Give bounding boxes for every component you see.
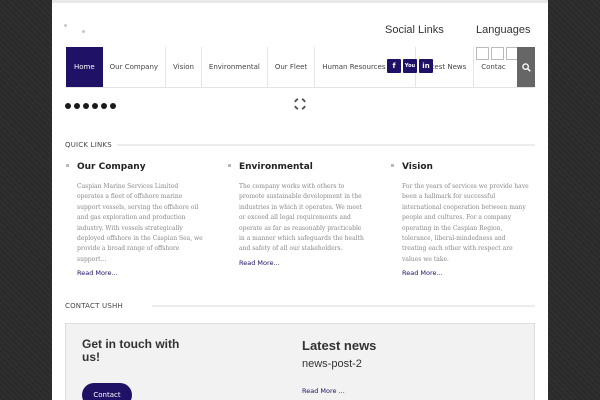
text-line: and gas exploration and production: [77, 214, 186, 222]
column-text: For the years of services we provide hav…: [402, 182, 546, 265]
languages-heading: Languages: [476, 24, 531, 36]
contact-section-rule: [152, 305, 535, 307]
slider-pagination: [65, 103, 116, 109]
nav-divider: [66, 87, 534, 88]
slider-dot[interactable]: [110, 103, 116, 109]
slider-dot[interactable]: [92, 103, 98, 109]
column-title: Environmental: [239, 162, 313, 172]
text-line: Caspian Marine Services Limited: [77, 183, 179, 190]
slider-dot[interactable]: [65, 103, 71, 109]
slider-dot[interactable]: [74, 103, 80, 109]
youtube-icon[interactable]: You: [403, 59, 417, 73]
text-line: been a hallmark for successful: [402, 193, 496, 201]
text-line: values we take.: [402, 255, 449, 263]
nav-item-our-fleet[interactable]: Our Fleet: [268, 47, 316, 87]
nav-item-environmental[interactable]: Environmental: [202, 47, 268, 87]
logo-placeholder: [64, 24, 67, 27]
linkedin-icon[interactable]: in: [419, 59, 433, 73]
contact-button[interactable]: Contact: [82, 383, 132, 400]
slider-dot[interactable]: [101, 103, 107, 109]
text-line: in a manner which safeguards the health: [239, 235, 364, 243]
text-line: provide a broad range of offshore: [77, 245, 180, 253]
contact-section-label: CONTACT USHH: [65, 302, 123, 310]
nav-item-home[interactable]: Home: [66, 47, 103, 87]
text-line: support...: [77, 255, 107, 263]
slider-dot[interactable]: [83, 103, 89, 109]
logo-placeholder-dot: [82, 30, 85, 33]
text-line: industry. With vessels strategically: [77, 224, 183, 232]
page-container: Social Links Languages Home Our Company …: [52, 0, 548, 400]
quick-link-our-company: Our Company Caspian Marine Services Limi…: [66, 162, 221, 277]
social-icons: f You in: [387, 59, 433, 73]
text-line: For the years of services we provide hav…: [402, 183, 529, 190]
loading-spinner-icon: [294, 98, 306, 110]
text-line: treating each other with respect are: [402, 245, 513, 253]
text-line: operates a fleet of offshore marine: [77, 193, 183, 201]
nav-item-vision[interactable]: Vision: [166, 47, 202, 87]
quick-links-label: QUICK LINKS: [65, 141, 112, 149]
text-line: operate as far as reasonably practicable: [239, 224, 362, 232]
text-line: deployed offshore in the Caspian Sea, we: [77, 235, 203, 243]
contact-heading: Get in touch with us!: [82, 337, 180, 364]
column-title: Vision: [402, 162, 433, 172]
text-line: or exceed all legal requirements and: [239, 214, 351, 222]
page-top-border: [52, 0, 548, 3]
text-line: people and cultures. For a company: [402, 214, 512, 222]
column-title: Our Company: [77, 162, 146, 172]
nav-item-our-company[interactable]: Our Company: [103, 47, 167, 87]
read-more-link[interactable]: Read More...: [239, 259, 383, 267]
column-text: Caspian Marine Services Limited operates…: [77, 182, 221, 265]
text-line: promote sustainable development in the: [239, 193, 362, 201]
text-line: and safety of all our stakeholders.: [239, 245, 343, 253]
news-read-more-link[interactable]: Read More ...: [302, 387, 345, 395]
news-post-title[interactable]: news-post-2: [302, 358, 362, 370]
quick-link-environmental: Environmental The company works with oth…: [228, 162, 383, 267]
main-nav: Home Our Company Vision Environmental Ou…: [66, 47, 513, 87]
read-more-link[interactable]: Read More...: [77, 269, 221, 277]
latest-news-heading: Latest news: [302, 338, 377, 353]
search-icon: [521, 62, 531, 72]
bullet: [228, 164, 231, 167]
text-line: support vessels, serving the offshore oi…: [77, 203, 199, 211]
column-text: The company works with others to promote…: [239, 182, 383, 255]
nav-item-contact[interactable]: Contac: [474, 47, 513, 87]
social-links-heading: Social Links: [385, 24, 444, 36]
bullet: [66, 164, 69, 167]
bullet: [391, 164, 394, 167]
text-line: operating in the Caspian Region,: [402, 224, 503, 232]
text-line: international cooperation between many: [402, 203, 526, 211]
contact-panel: Get in touch with us! Contact Latest new…: [65, 323, 535, 400]
quick-links-rule: [117, 144, 535, 146]
quick-link-vision: Vision For the years of services we prov…: [391, 162, 546, 277]
facebook-icon[interactable]: f: [387, 59, 401, 73]
search-button[interactable]: [517, 47, 535, 87]
text-line: industries in which it operates. We meet: [239, 203, 362, 211]
text-line: tolerance, liberal-mindedness and: [402, 235, 506, 243]
read-more-link[interactable]: Read More...: [402, 269, 546, 277]
text-line: The company works with others to: [239, 183, 345, 190]
